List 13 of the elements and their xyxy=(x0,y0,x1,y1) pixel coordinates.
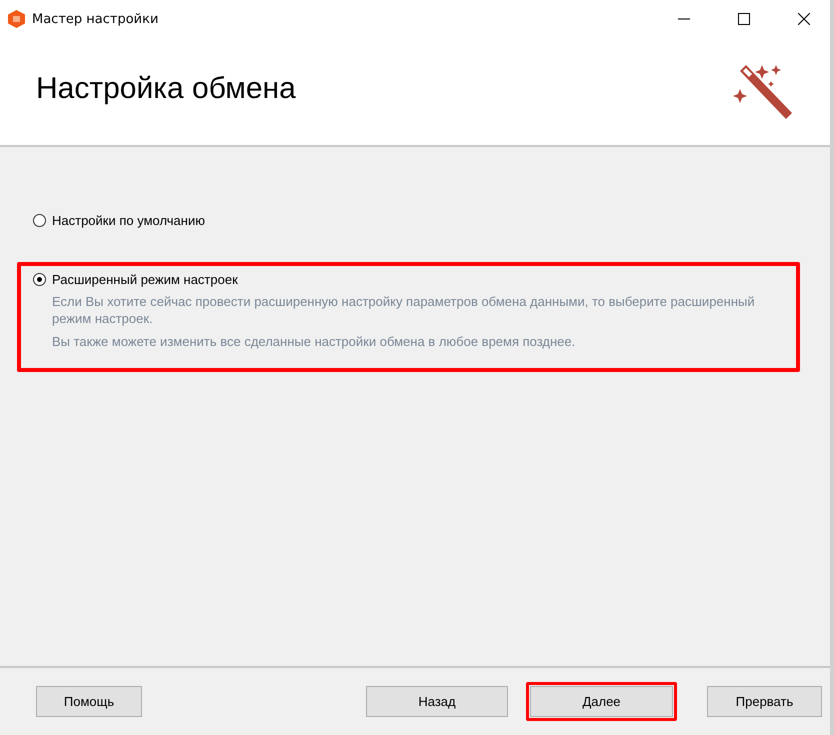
option-description: Если Вы хотите сейчас провести расширенную настройку параметров обмена данными, то выберите расширенный режим настроек. xyxy=(52,293,756,327)
window-title: Мастер настройки xyxy=(32,12,160,26)
dialog-button[interactable]: Прервать xyxy=(707,686,822,717)
radio-option[interactable]: Настройки по умолчанию xyxy=(33,213,792,228)
maximize-icon xyxy=(738,13,750,25)
dialog-button[interactable]: Помощь xyxy=(36,686,142,717)
option-description: Вы также можете изменить все сделанные настройки обмена в любое время позднее. xyxy=(52,333,576,350)
dialog-button[interactable]: Назад xyxy=(366,686,508,717)
radio-option[interactable]: Расширенный режим настроек xyxy=(33,272,792,287)
close-icon xyxy=(798,13,810,25)
app-icon xyxy=(8,10,25,28)
page-title: Настройка обмена xyxy=(36,72,296,106)
dialog-button[interactable]: Далее xyxy=(530,686,673,717)
